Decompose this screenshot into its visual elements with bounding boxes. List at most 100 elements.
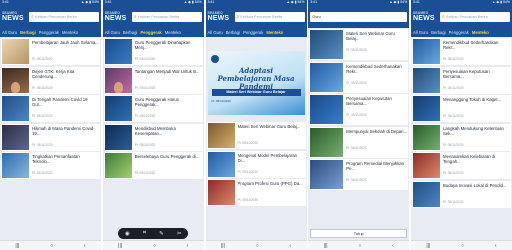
news-item[interactable]: Penyesuaian Keputusan Bersama... Pt. 05/1… (412, 66, 511, 94)
edit-icon[interactable]: ✎ (159, 231, 164, 237)
search-input[interactable]: ⌕ Ketikan Pencarian Berita (29, 11, 99, 22)
search-result-item[interactable]: Penyesuaian Kepututan Bersama... Pt. 05/1… (309, 94, 409, 125)
search-result-item[interactable]: Mempunyai Sekolah di Depan... Pt. 05/11/2… (309, 126, 409, 158)
home-button[interactable]: ○ (358, 241, 361, 250)
news-item[interactable]: Guru Penggerak Harus Penggerak... Pt. 05/… (103, 95, 203, 122)
news-date: Pt. 05/11/2020 (134, 114, 156, 118)
back-button[interactable]: ‹ (392, 241, 394, 250)
news-item[interactable]: Tingkatkan Pemanfaatan Teknolo... Pt. 05/… (1, 152, 100, 179)
crop-icon[interactable]: ⌗ (143, 230, 146, 237)
back-button[interactable]: ‹ (84, 241, 86, 250)
app-logo[interactable]: SEAMEO NEWS (413, 9, 438, 25)
news-item[interactable]: Tantangan Menjadi Wal Untuk B... Pt. 05/1… (103, 66, 203, 94)
search-input[interactable]: ⌕ Ketikan Pencarian Berita (440, 11, 510, 22)
home-button[interactable]: ○ (50, 241, 53, 250)
app-logo[interactable]: SEAMEO NEWS (208, 9, 233, 25)
news-item[interactable]: Langkah Mendukung Ketentuan Sek... Pt. 05… (412, 123, 511, 151)
news-title: Materi Seri Webinar Guru Belaj... (237, 124, 301, 129)
search-input[interactable]: ⌕ Ketikan Pencarian Berita (131, 11, 202, 22)
search-input[interactable]: ⌕ Ketikan Pencarian Berita (234, 11, 305, 22)
recent-apps-button[interactable]: ||| (426, 241, 430, 250)
android-nav-bar: ||| ○ ‹ (0, 240, 101, 250)
home-button[interactable]: ○ (153, 241, 156, 250)
news-item[interactable]: Hikmah di Masa Pandemi Covid-19... Pt. 05… (1, 123, 100, 151)
app-logo[interactable]: SEAMEO NEWS (2, 9, 27, 25)
back-button[interactable]: ‹ (187, 241, 189, 250)
tab-all-guru[interactable]: All Guru (2, 30, 17, 35)
news-item[interactable]: Guru Penggerak Dinanapkan Menj... Pt. 05/… (103, 38, 203, 65)
tab-all-guru[interactable]: All Guru (208, 30, 223, 35)
close-results-label: Tutup (353, 231, 364, 236)
news-thumbnail (104, 39, 132, 64)
tab-penggerak[interactable]: Penggerak (243, 30, 263, 35)
news-title: Guru Penggerak Dinanapkan Menj... (134, 40, 191, 50)
person-image (113, 81, 123, 93)
news-item[interactable]: Berselebaya Guru Penggerak di... Pt. 05/1… (103, 152, 203, 179)
featured-banner[interactable]: Adaptasi Pembelajaran Masa Pandemi Mater… (207, 51, 305, 115)
news-date: Pt. 05/11/2020 (32, 142, 53, 147)
back-button[interactable]: ‹ (495, 241, 497, 250)
tab-menteko[interactable]: Menteko (472, 30, 489, 35)
news-item[interactable]: Budaya Inovasi Lokal di Pendid... Pt. 05/… (412, 180, 511, 208)
result-title: Mempunyai Sekolah di Depan... (346, 128, 408, 134)
news-title: Menanamkan Kelebiaran di Tengah... (443, 154, 496, 164)
phone-screen-2: 3:41 ▲ ◆ ▮ 54% SEAMEO NEWS ⌕ Ketikan Pen… (102, 0, 204, 250)
news-title: Kemendikbud Sederhanakan Rekr... (443, 40, 499, 50)
status-time: 3:41 (2, 0, 9, 4)
result-date: Pt. 05/11/2020 (346, 145, 367, 150)
news-thumbnail (207, 180, 235, 205)
news-thumbnail (2, 96, 29, 121)
news-thumbnail (413, 153, 440, 178)
search-result-item[interactable]: Kemendikbud Sederhanakan Rekr... Pt. 05/1… (309, 61, 409, 93)
banner-title: Adaptasi Pembelajaran Masa Pandemi (217, 66, 295, 91)
tab-berbagi[interactable]: Berbagi (226, 30, 240, 35)
news-item[interactable]: Menanamkan Kelebiaran di Tengah... Pt. 05… (412, 152, 511, 179)
news-thumbnail (104, 96, 132, 121)
news-item[interactable]: Di Tengah Pandemi Covid 19 Gur... Pt. 05/… (1, 95, 100, 122)
recent-apps-button[interactable]: ||| (15, 241, 19, 250)
tab-menteko[interactable]: Menteko (165, 30, 181, 35)
share-icon[interactable]: ✂ (177, 231, 182, 237)
tab-penggerak[interactable]: Penggerak (39, 30, 59, 35)
tab-penggerak[interactable]: Penggerak (140, 30, 161, 35)
news-item[interactable]: Menanggung Tokoh di Kaget... Pt. 05/11/20… (412, 95, 511, 122)
search-result-item[interactable]: Program Remedial Menjukkan Pe... Pt. 05/1… (309, 159, 409, 190)
category-tabs: All Guru Berbagi Penggerak Menteko (411, 28, 512, 37)
news-title: Di Tengah Pandemi Covid 19 Gur... (32, 97, 88, 107)
scroll-capture-icon[interactable]: ◉ (125, 231, 130, 237)
recent-apps-button[interactable]: ||| (221, 241, 225, 250)
tab-berbagi[interactable]: Berbagi (431, 30, 445, 35)
news-item[interactable]: Mendikbud Membuka Kesempatan... Pt. 05/11… (103, 123, 203, 151)
news-item[interactable]: Kemendikbud Sederhanakan Rekr... Pt. 05/1… (412, 38, 511, 65)
search-placeholder: Ketikan Pencarian Berita (445, 14, 488, 19)
search-results: Materi Seri Webinar Guru Belaj... Pt. 05/… (308, 28, 409, 193)
tab-all-guru[interactable]: All Guru (413, 30, 428, 35)
tab-menteko[interactable]: Menteko (62, 30, 78, 35)
tab-penggerak[interactable]: Penggerak (449, 30, 469, 35)
tab-berbagi[interactable]: Berbagi (123, 30, 137, 35)
tab-berbagi[interactable]: Berbagi (20, 30, 36, 35)
close-results-button[interactable]: Tutup (310, 229, 408, 238)
app-logo[interactable]: SEAMEO NEWS (105, 9, 130, 25)
home-button[interactable]: ○ (461, 241, 464, 250)
news-date: Pt. 05/11/2020 (237, 169, 259, 174)
news-item[interactable]: Mengenal Model Pembelajaran Di... Pt. 05/… (206, 150, 306, 178)
result-title: Kemendikbud Sederhanakan Rekr... (346, 63, 402, 74)
search-input[interactable]: Guru (310, 11, 408, 22)
back-button[interactable]: ‹ (289, 241, 291, 250)
news-item[interactable]: Pembelajaran Jauh Jauh Selama... Pt. 05/1… (1, 38, 100, 65)
recent-apps-button[interactable]: ||| (118, 241, 122, 250)
tab-menteko[interactable]: Menteko (266, 30, 283, 35)
news-item[interactable]: Dirjen GTK: Kerja Kita Cenderung... Pt. 0… (1, 66, 100, 94)
result-date: Pt. 05/11/2020 (346, 48, 367, 52)
news-item[interactable]: Materi Seri Webinar Guru Belaj... Pt. 05/… (206, 122, 306, 149)
screenshot-panels: 3:41 ▲ ◆ ▮ 54% SEAMEO NEWS ⌕ Ketikan Pen… (0, 0, 512, 250)
ministry-logo (210, 55, 219, 63)
home-button[interactable]: ○ (256, 241, 259, 250)
search-result-item[interactable]: Materi Seri Webinar Guru Belaj... Pt. 05/… (309, 29, 409, 60)
news-item[interactable]: Program Profesi Guru (PPG) Da... Pt. 05/1… (206, 179, 306, 206)
news-date: Pt. 05/11/2020 (237, 141, 259, 145)
recent-apps-button[interactable]: ||| (324, 241, 328, 250)
tab-all-guru[interactable]: All Guru (105, 30, 120, 35)
news-title: Hikmah di Masa Pandemi Covid-19... (32, 125, 95, 136)
